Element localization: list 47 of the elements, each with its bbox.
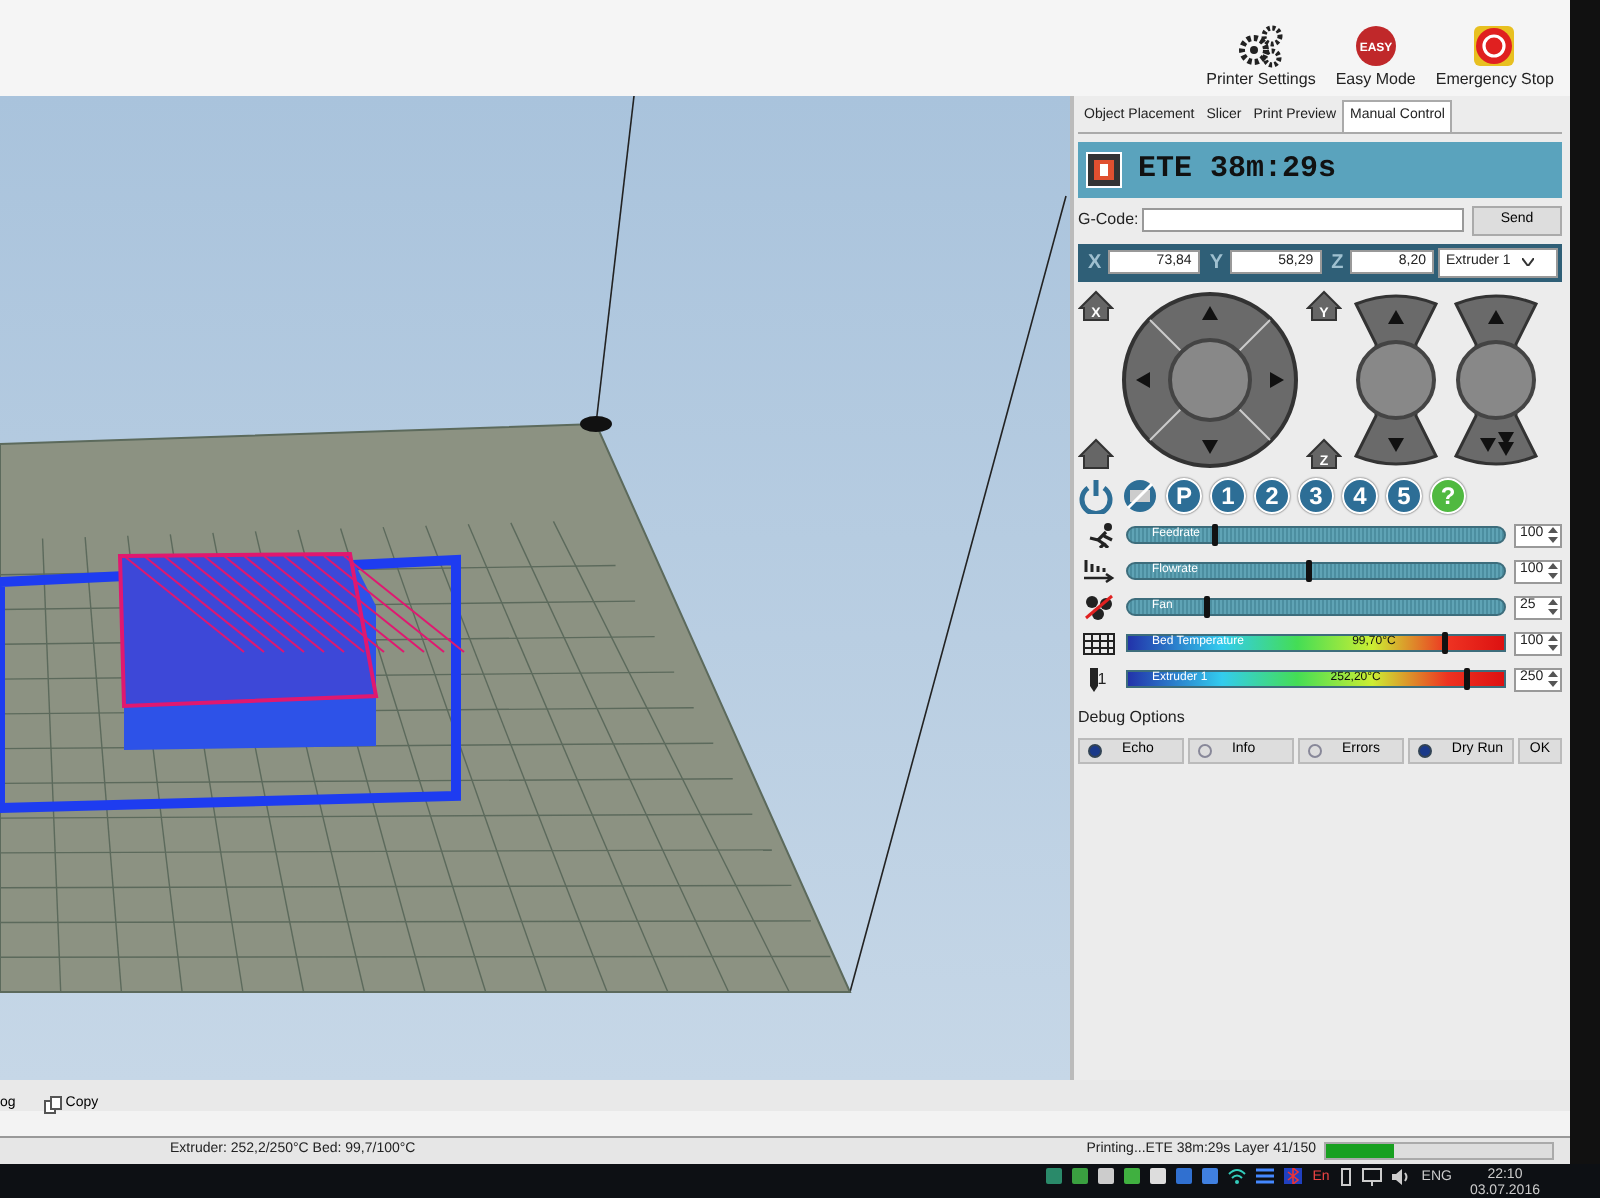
eta-text: ETE 38m:29s xyxy=(1138,149,1337,189)
spin-arrows-icon xyxy=(1548,526,1558,544)
z-jog-pad[interactable] xyxy=(1350,291,1442,467)
emergency-stop-icon xyxy=(1472,24,1517,68)
fan-icon xyxy=(1081,594,1115,620)
extruder-jog-pad[interactable] xyxy=(1450,291,1542,467)
axis-label: Z xyxy=(1329,249,1346,277)
caret-icon xyxy=(1522,258,1535,266)
slider-thumb[interactable] xyxy=(1306,560,1313,582)
axis-label: Y xyxy=(1207,249,1225,277)
home-all-button[interactable] xyxy=(1078,437,1114,469)
usb-icon[interactable] xyxy=(1339,1168,1352,1186)
extruder-number: 1 xyxy=(1097,667,1107,691)
copy-icon xyxy=(43,1095,62,1113)
bluetooth-icon[interactable] xyxy=(1284,1168,1303,1184)
wifi-icon[interactable] xyxy=(1228,1168,1247,1184)
nozzle-icon xyxy=(1089,667,1098,691)
monitor-icon[interactable] xyxy=(1361,1168,1382,1186)
printer-settings-button[interactable]: Printer Settings xyxy=(1206,24,1316,92)
preset-button[interactable]: 1 xyxy=(1210,477,1246,513)
preset-button[interactable]: 2 xyxy=(1254,477,1290,513)
xy-jog-pad[interactable] xyxy=(1122,291,1298,467)
preset-button[interactable]: 3 xyxy=(1298,477,1334,513)
spin-arrows-icon xyxy=(1548,598,1558,616)
slider-thumb[interactable] xyxy=(1464,668,1471,690)
gears-icon xyxy=(1236,24,1285,68)
axis-label: X xyxy=(1086,249,1104,277)
slider-thumb[interactable] xyxy=(1212,524,1219,546)
logo-mark-icon xyxy=(1092,157,1116,182)
spin-arrows-icon xyxy=(1548,634,1558,652)
network-icon[interactable] xyxy=(1256,1168,1275,1184)
slider-thumb[interactable] xyxy=(1204,596,1211,618)
gcode-label: G-Code: xyxy=(1078,208,1139,233)
flow-icon xyxy=(1081,558,1115,584)
preset-button[interactable]: P xyxy=(1166,477,1202,513)
spin-arrows-icon xyxy=(1548,562,1558,580)
motor-off-button[interactable] xyxy=(1122,477,1158,513)
spin-arrows-icon xyxy=(1548,670,1558,688)
preset-button[interactable]: 5 xyxy=(1386,477,1422,513)
debug-options-label: Debug Options xyxy=(1078,705,1187,729)
gcode-input-field[interactable] xyxy=(1142,208,1464,233)
speaker-icon[interactable] xyxy=(1391,1168,1412,1186)
preset-button[interactable]: 4 xyxy=(1342,477,1378,513)
heated-bed-icon xyxy=(1081,630,1115,656)
slider-thumb[interactable] xyxy=(1441,632,1448,654)
emergency-stop-button[interactable]: Emergency Stop xyxy=(1435,24,1554,92)
power-button[interactable] xyxy=(1078,477,1114,513)
